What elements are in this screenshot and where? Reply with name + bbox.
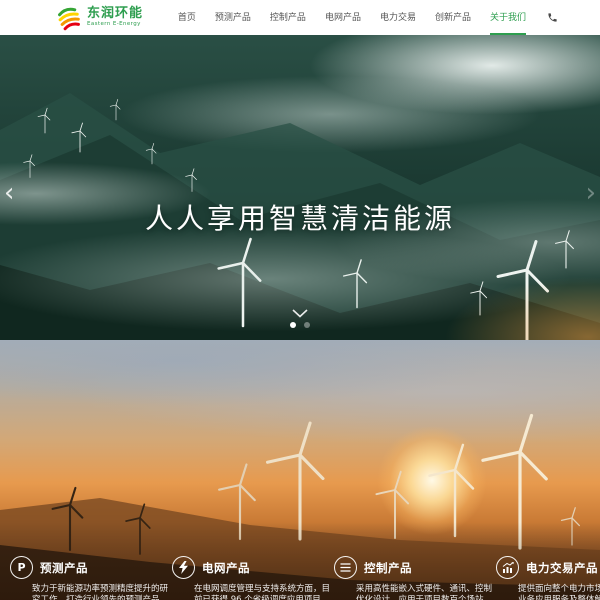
brand-swirl-icon xyxy=(56,5,82,31)
product-card-title[interactable]: 控制产品 xyxy=(364,560,412,576)
carousel-dots xyxy=(290,322,310,328)
list-icon xyxy=(334,556,357,579)
nav-item-prediction-products[interactable]: 预测产品 xyxy=(215,0,251,35)
brand-name: 东润环能 xyxy=(87,7,143,20)
chart-icon xyxy=(496,556,519,579)
product-card-grid[interactable]: 电网产品 在电网调度管理与支持系统方面，目前已获得 96 个省级调度应用项目 xyxy=(170,556,332,600)
carousel-next-icon[interactable]: › xyxy=(586,180,596,206)
lightning-icon xyxy=(172,556,195,579)
chevron-down-icon xyxy=(292,309,308,318)
nav-item-home[interactable]: 首页 xyxy=(178,0,196,35)
carousel-dot-1[interactable] xyxy=(290,322,296,328)
brand-subtitle: Eastern E-Energy xyxy=(87,22,143,28)
product-card-trading[interactable]: 电力交易产品 提供面向整个电力市场交易过程的全业务应用服务及整体解决方案产品 xyxy=(494,556,600,600)
carousel-prev-icon[interactable]: ‹ xyxy=(4,180,14,206)
brand-logo[interactable]: 东润环能 Eastern E-Energy xyxy=(56,5,143,31)
main-nav: 首页 预测产品 控制产品 电网产品 电力交易 创新产品 关于我们 xyxy=(178,0,558,35)
nav-item-control-products[interactable]: 控制产品 xyxy=(270,0,306,35)
p-letter: P xyxy=(17,562,25,573)
product-card-title[interactable]: 预测产品 xyxy=(40,560,88,576)
product-card-title[interactable]: 电网产品 xyxy=(202,560,250,576)
scroll-down-button[interactable] xyxy=(292,303,308,322)
product-card-prediction[interactable]: P 预测产品 致力于新能源功率预测精度提升的研究工作，打造行业领先的预测产品 xyxy=(8,556,170,600)
nav-item-about-us[interactable]: 关于我们 xyxy=(490,0,526,35)
hero-headline: 人人享用智慧清洁能源 xyxy=(0,197,600,237)
product-card-description: 致力于新能源功率预测精度提升的研究工作，打造行业领先的预测产品 xyxy=(32,584,170,600)
p-letter-icon: P xyxy=(10,556,33,579)
product-card-description: 采用高性能嵌入式硬件、通讯、控制优化设计，应用于项目数百个场站 xyxy=(356,584,494,600)
hero-carousel: 人人享用智慧清洁能源 ‹ › xyxy=(0,35,600,340)
products-section: P 预测产品 致力于新能源功率预测精度提升的研究工作，打造行业领先的预测产品 电… xyxy=(0,340,600,600)
product-card-description: 在电网调度管理与支持系统方面，目前已获得 96 个省级调度应用项目 xyxy=(194,584,332,600)
product-card-description: 提供面向整个电力市场交易过程的全业务应用服务及整体解决方案产品 xyxy=(518,584,600,600)
phone-contact-button[interactable] xyxy=(547,12,558,23)
phone-icon xyxy=(547,12,558,23)
hero-mountain-windfarm-image xyxy=(0,35,600,340)
product-card-title[interactable]: 电力交易产品 xyxy=(526,560,598,576)
product-card-control[interactable]: 控制产品 采用高性能嵌入式硬件、通讯、控制优化设计，应用于项目数百个场站 xyxy=(332,556,494,600)
nav-item-grid-products[interactable]: 电网产品 xyxy=(325,0,361,35)
top-navigation-bar: 东润环能 Eastern E-Energy 首页 预测产品 控制产品 电网产品 … xyxy=(0,0,600,35)
product-cards-row: P 预测产品 致力于新能源功率预测精度提升的研究工作，打造行业领先的预测产品 电… xyxy=(0,556,600,600)
nav-item-innovation-products[interactable]: 创新产品 xyxy=(435,0,471,35)
carousel-dot-2[interactable] xyxy=(304,322,310,328)
nav-item-power-trading[interactable]: 电力交易 xyxy=(380,0,416,35)
